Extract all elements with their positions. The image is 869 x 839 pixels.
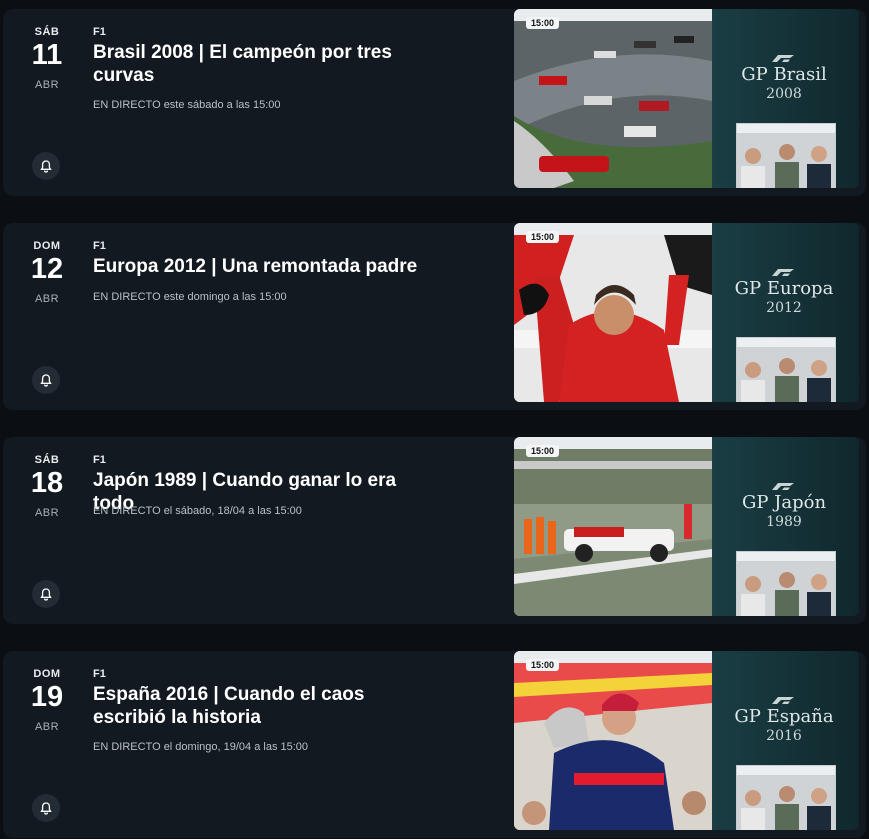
event-card[interactable]: SÁB 11 ABR F1 Brasil 2008 | El campeón p…	[3, 9, 866, 196]
event-title[interactable]: España 2016 | Cuando el caos escribió la…	[93, 683, 423, 729]
start-time-badge: 15:00	[526, 445, 560, 457]
event-card[interactable]: DOM 12 ABR F1 Europa 2012 | Una remontad…	[3, 223, 866, 410]
event-thumbnail[interactable]: GP Japón 1989 15:00	[514, 437, 859, 616]
reminder-button[interactable]	[32, 580, 60, 608]
event-month: ABR	[34, 293, 60, 305]
event-status: EN DIRECTO el domingo, 19/04 a las 15:00	[93, 741, 309, 753]
gp-name: GP Japón	[741, 492, 827, 513]
gp-year: 2012	[766, 300, 802, 316]
event-day: 19	[30, 681, 64, 713]
start-time-badge: 15:00	[526, 231, 560, 243]
screen-capture	[514, 651, 712, 830]
event-weekday: DOM	[33, 668, 61, 680]
event-thumbnail[interactable]: GP España 2016 15:00	[514, 651, 859, 830]
event-weekday: SÁB	[34, 26, 60, 38]
f1-logo-icon	[772, 55, 798, 62]
gp-branding: GP Brasil 2008	[725, 54, 843, 103]
event-title[interactable]: Europa 2012 | Una remontada padre	[93, 255, 423, 278]
screen-capture	[514, 223, 712, 402]
presenters-photo	[737, 776, 835, 830]
event-sport: F1	[93, 454, 106, 466]
gp-year: 1989	[766, 514, 802, 530]
event-sport: F1	[93, 26, 106, 38]
race-photo	[514, 663, 712, 830]
screen-capture	[514, 437, 712, 616]
bell-icon	[40, 587, 52, 601]
event-card[interactable]: DOM 19 ABR F1 España 2016 | Cuando el ca…	[3, 651, 866, 838]
reminder-button[interactable]	[32, 152, 60, 180]
bell-icon	[40, 801, 52, 815]
event-day: 18	[30, 467, 64, 499]
event-status: EN DIRECTO este domingo a las 15:00	[93, 291, 287, 303]
gp-name: GP Europa	[734, 278, 834, 299]
event-list: SÁB 11 ABR F1 Brasil 2008 | El campeón p…	[0, 0, 869, 839]
f1-logo-icon	[772, 269, 798, 276]
gp-branding: GP Europa 2012	[725, 268, 843, 317]
event-weekday: DOM	[33, 240, 61, 252]
race-photo	[514, 21, 712, 188]
gp-year: 2016	[766, 728, 802, 744]
bell-icon	[40, 373, 52, 387]
event-thumbnail[interactable]: GP Brasil 2008 15:00	[514, 9, 859, 188]
event-thumbnail[interactable]: GP Europa 2012 15:00	[514, 223, 859, 402]
webcam-inset	[736, 123, 836, 188]
event-status: EN DIRECTO el sábado, 18/04 a las 15:00	[93, 505, 302, 517]
event-month: ABR	[34, 507, 60, 519]
gp-name: GP Brasil	[741, 64, 827, 85]
start-time-badge: 15:00	[526, 659, 560, 671]
gp-branding: GP España 2016	[725, 696, 843, 745]
bell-icon	[40, 159, 52, 173]
reminder-button[interactable]	[32, 366, 60, 394]
event-day: 12	[30, 253, 64, 285]
f1-logo-icon	[772, 697, 798, 704]
event-card[interactable]: SÁB 18 ABR F1 Japón 1989 | Cuando ganar …	[3, 437, 866, 624]
presenters-photo	[737, 562, 835, 616]
presenters-photo	[737, 348, 835, 402]
screen-capture	[514, 9, 712, 188]
event-day: 11	[31, 39, 63, 71]
gp-year: 2008	[766, 86, 802, 102]
event-weekday: SÁB	[34, 454, 60, 466]
race-photo	[514, 449, 712, 616]
webcam-inset	[736, 337, 836, 402]
event-sport: F1	[93, 668, 106, 680]
event-title[interactable]: Brasil 2008 | El campeón por tres curvas	[93, 41, 423, 87]
event-sport: F1	[93, 240, 106, 252]
event-month: ABR	[34, 79, 60, 91]
event-status: EN DIRECTO este sábado a las 15:00	[93, 99, 281, 111]
reminder-button[interactable]	[32, 794, 60, 822]
event-month: ABR	[34, 721, 60, 733]
webcam-inset	[736, 765, 836, 830]
start-time-badge: 15:00	[526, 17, 560, 29]
webcam-inset	[736, 551, 836, 616]
race-photo	[514, 235, 712, 402]
f1-logo-icon	[772, 483, 798, 490]
gp-name: GP España	[734, 706, 834, 727]
gp-branding: GP Japón 1989	[725, 482, 843, 531]
presenters-photo	[737, 134, 835, 188]
